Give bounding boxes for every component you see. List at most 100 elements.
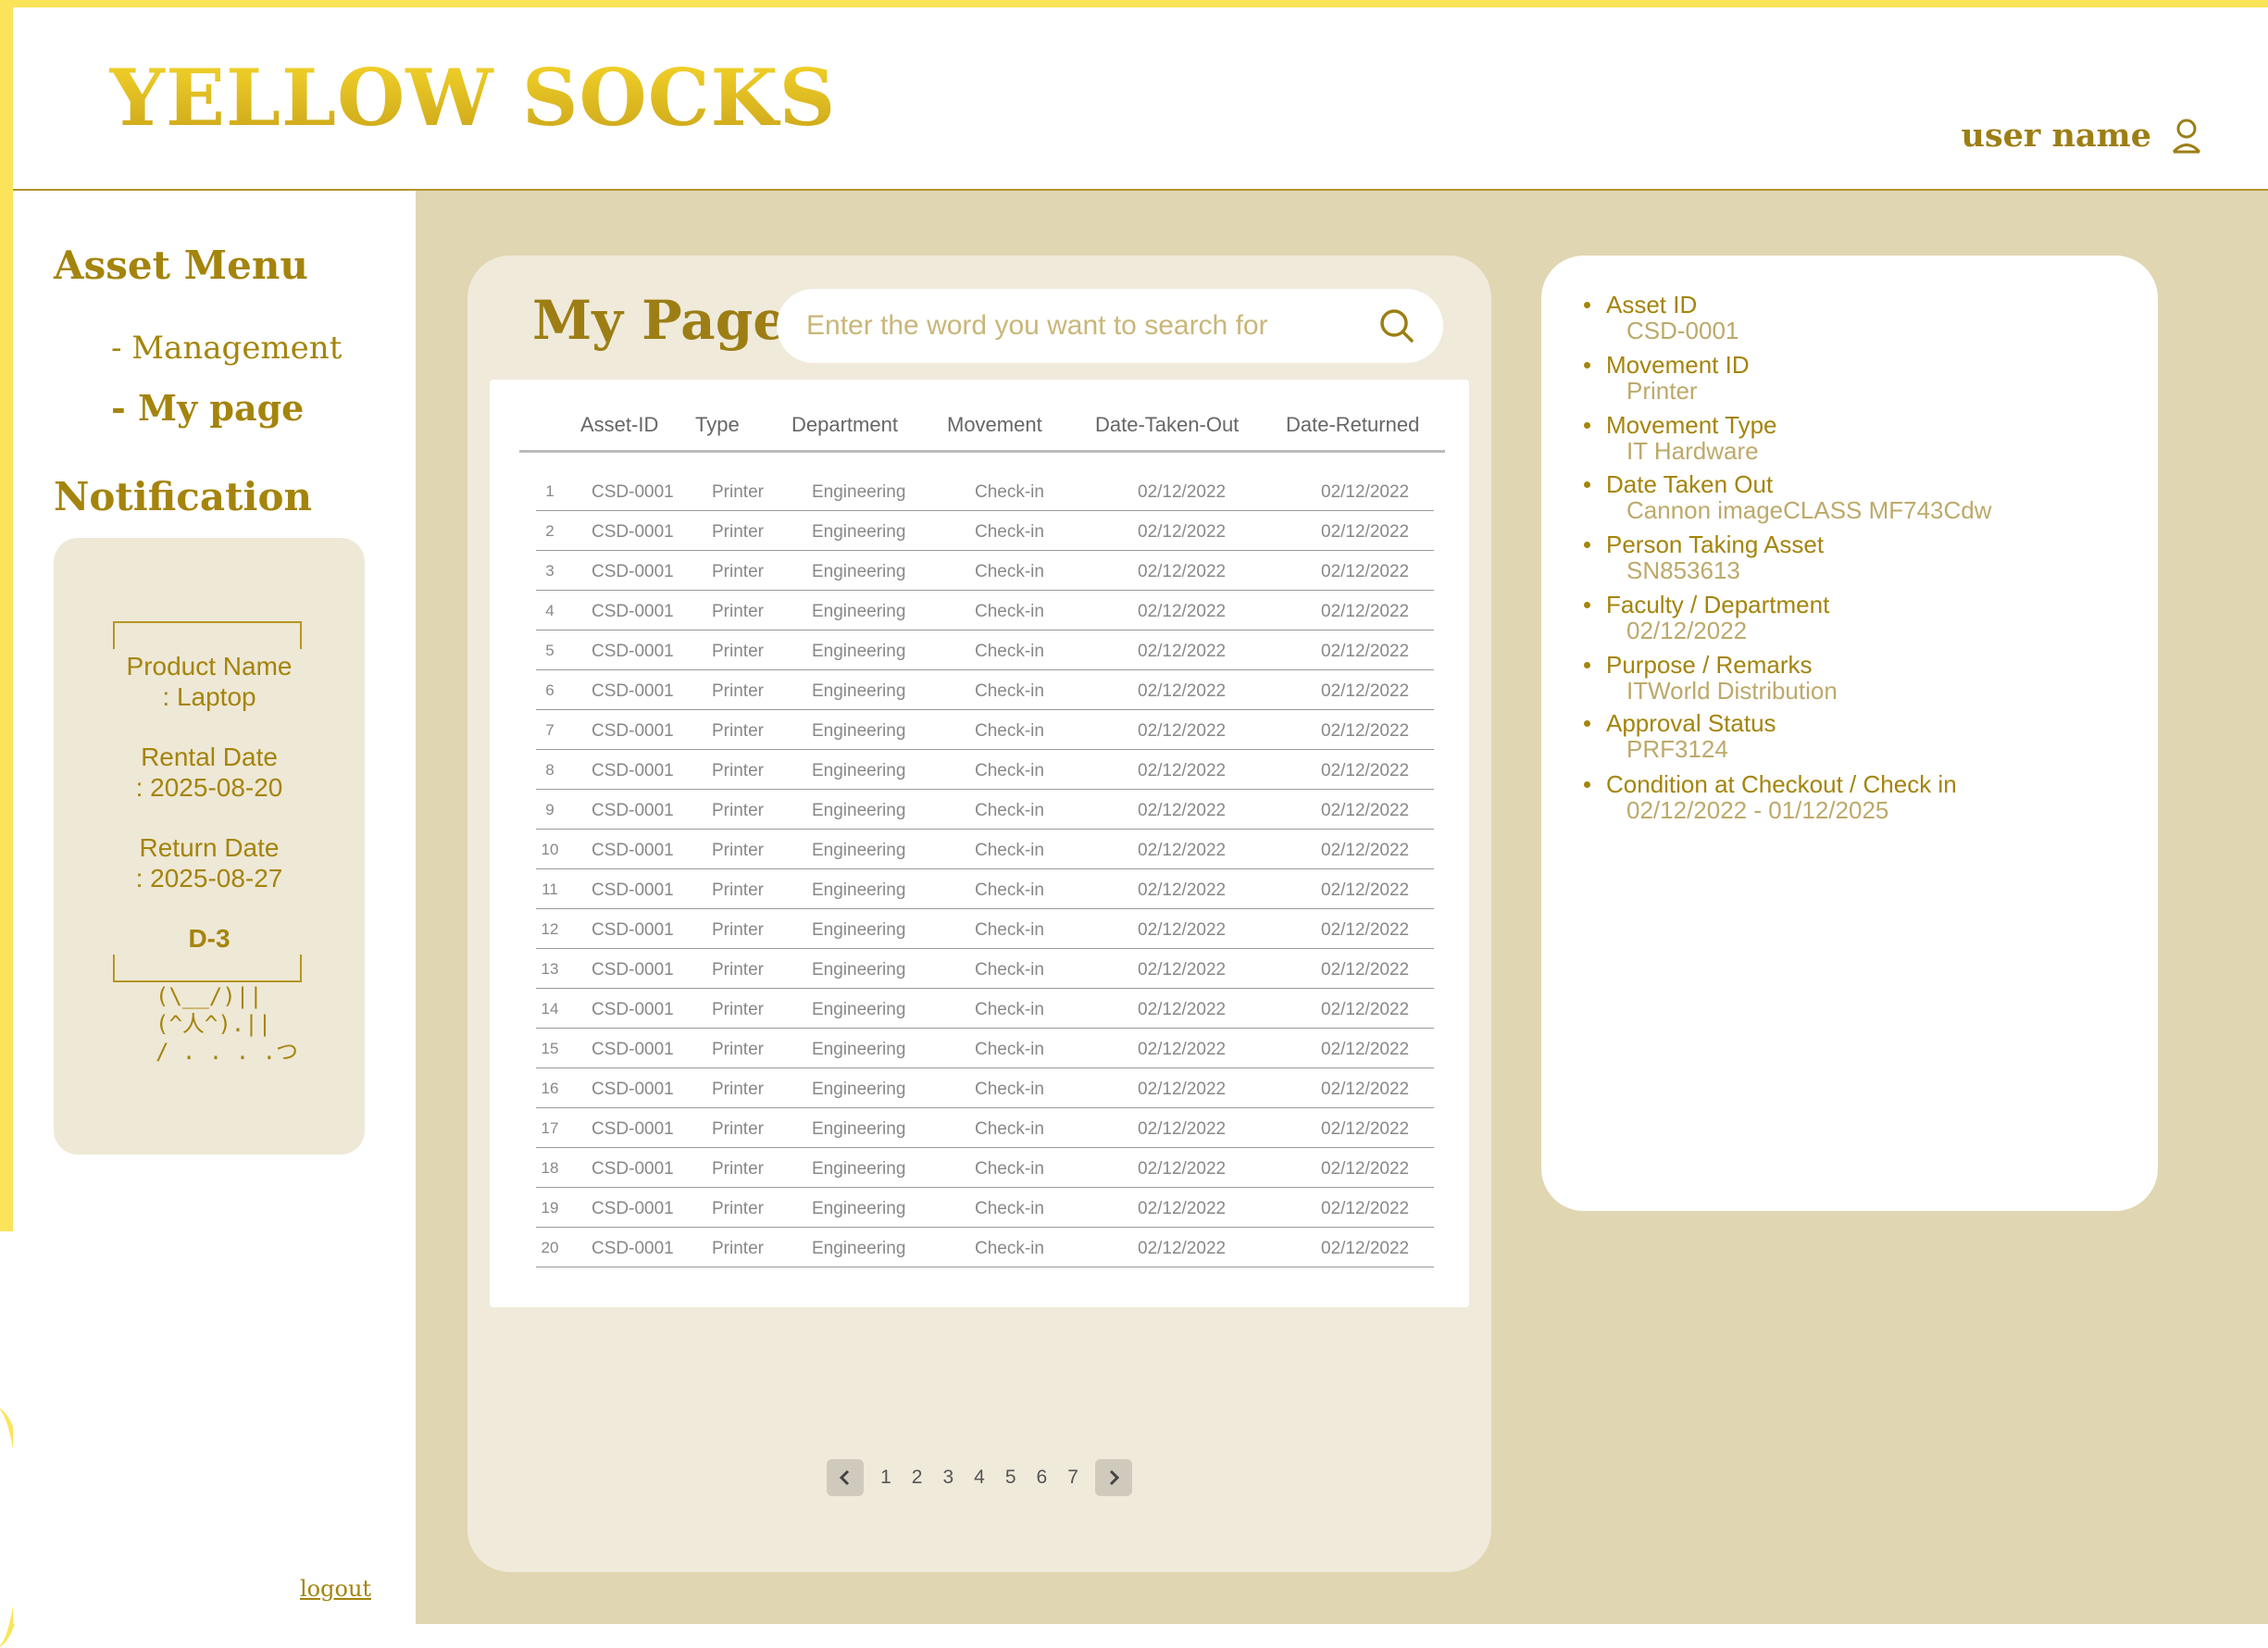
my-page-panel: My Page Asset-ID Type Department Movemen… bbox=[467, 256, 1491, 1572]
pagination-page-5[interactable]: 5 bbox=[1002, 1467, 1020, 1489]
user-icon[interactable] bbox=[2170, 118, 2203, 155]
detail-label: Date Taken Out bbox=[1606, 470, 1774, 498]
asset-id-cell: CSD-0001 bbox=[592, 841, 674, 860]
table-row[interactable]: 18 CSD-0001 Printer Engineering Check-in 02/1… bbox=[536, 1147, 1434, 1188]
bullet-icon bbox=[1584, 720, 1590, 727]
table-row[interactable]: 7 CSD-0001 Printer Engineering Check-in 02/12… bbox=[536, 709, 1434, 750]
date-taken-out-cell: 02/12/2022 bbox=[1138, 642, 1227, 661]
app-header: YELLOW SOCKS user name bbox=[13, 7, 2268, 191]
type-cell: Printer bbox=[712, 1000, 764, 1019]
table-row[interactable]: 14 CSD-0001 Printer Engineering Check-in 02/1… bbox=[536, 988, 1434, 1029]
bullet-icon bbox=[1584, 422, 1590, 429]
detail-label: Movement ID bbox=[1606, 351, 1750, 379]
detail-label: Person Taking Asset bbox=[1606, 531, 1825, 558]
column-header-department[interactable]: Department bbox=[791, 413, 898, 437]
left-accent-bar bbox=[0, 0, 13, 1231]
page-title: My Page bbox=[532, 289, 788, 352]
movement-cell: Check-in bbox=[975, 1040, 1044, 1059]
detail-value: CSD-0001 bbox=[1626, 317, 1739, 344]
brand-logo[interactable]: YELLOW SOCKS bbox=[109, 52, 836, 144]
column-header-movement[interactable]: Movement bbox=[947, 413, 1042, 437]
column-header-type[interactable]: Type bbox=[695, 413, 740, 437]
date-taken-out-cell: 02/12/2022 bbox=[1138, 960, 1227, 980]
type-cell: Printer bbox=[712, 761, 764, 780]
column-header-asset-id[interactable]: Asset-ID bbox=[580, 413, 658, 437]
asset-id-cell: CSD-0001 bbox=[592, 1159, 674, 1179]
asset-id-cell: CSD-0001 bbox=[592, 920, 674, 940]
user-menu[interactable]: user name bbox=[1962, 117, 2203, 155]
date-taken-out-cell: 02/12/2022 bbox=[1138, 761, 1227, 780]
pagination-page-3[interactable]: 3 bbox=[939, 1467, 957, 1489]
asset-id-cell: CSD-0001 bbox=[592, 602, 674, 621]
row-number: 4 bbox=[545, 602, 555, 619]
table-row[interactable]: 3 CSD-0001 Printer Engineering Check-in 02/12… bbox=[536, 550, 1434, 591]
row-number: 1 bbox=[545, 482, 555, 500]
user-name[interactable]: user name bbox=[1962, 117, 2151, 155]
date-taken-out-cell: 02/12/2022 bbox=[1138, 801, 1227, 820]
table-row[interactable]: 11 CSD-0001 Printer Engineering Check-in 02/1… bbox=[536, 868, 1434, 909]
table-row[interactable]: 19 CSD-0001 Printer Engineering Check-in 02/1… bbox=[536, 1187, 1434, 1228]
type-cell: Printer bbox=[712, 1040, 764, 1059]
search-bar[interactable] bbox=[777, 289, 1443, 363]
department-cell: Engineering bbox=[812, 920, 906, 940]
table-row[interactable]: 6 CSD-0001 Printer Engineering Check-in 02/12… bbox=[536, 669, 1434, 710]
notification-card[interactable]: Product Name : Laptop Rental Date : 2025… bbox=[54, 538, 365, 1155]
bullet-icon bbox=[1584, 481, 1590, 488]
detail-label: Movement Type bbox=[1606, 411, 1777, 439]
column-header-date-taken-out[interactable]: Date-Taken-Out bbox=[1095, 413, 1239, 437]
date-taken-out-cell: 02/12/2022 bbox=[1138, 562, 1227, 581]
table-row[interactable]: 2 CSD-0001 Printer Engineering Check-in 02/12… bbox=[536, 510, 1434, 551]
date-returned-cell: 02/12/2022 bbox=[1321, 1000, 1410, 1019]
notification-rental-label: Rental Date bbox=[141, 743, 278, 771]
department-cell: Engineering bbox=[812, 1000, 906, 1019]
table-row[interactable]: 17 CSD-0001 Printer Engineering Check-in 02/1… bbox=[536, 1107, 1434, 1148]
pagination-page-6[interactable]: 6 bbox=[1033, 1467, 1052, 1489]
pagination-page-2[interactable]: 2 bbox=[908, 1467, 927, 1489]
notification-product-label: Product Name bbox=[126, 652, 293, 680]
row-number: 9 bbox=[545, 801, 555, 818]
pagination-page-7[interactable]: 7 bbox=[1064, 1467, 1082, 1489]
pagination-next-button[interactable] bbox=[1094, 1459, 1132, 1496]
table-row[interactable]: 8 CSD-0001 Printer Engineering Check-in 02/12… bbox=[536, 749, 1434, 790]
table-row[interactable]: 13 CSD-0001 Printer Engineering Check-in 02/1… bbox=[536, 948, 1434, 989]
notification-bracket-bottom bbox=[113, 955, 302, 982]
table-row[interactable]: 15 CSD-0001 Printer Engineering Check-in 02/1… bbox=[536, 1028, 1434, 1068]
row-number: 7 bbox=[545, 721, 555, 739]
table-row[interactable]: 10 CSD-0001 Printer Engineering Check-in 02/1… bbox=[536, 829, 1434, 869]
type-cell: Printer bbox=[712, 1199, 764, 1218]
movement-cell: Check-in bbox=[975, 1159, 1044, 1179]
table-row[interactable]: 5 CSD-0001 Printer Engineering Check-in 02/12… bbox=[536, 630, 1434, 670]
asset-id-cell: CSD-0001 bbox=[592, 1000, 674, 1019]
department-cell: Engineering bbox=[812, 841, 906, 860]
logout-link[interactable]: logout bbox=[300, 1576, 371, 1602]
date-returned-cell: 02/12/2022 bbox=[1321, 721, 1410, 741]
table-row[interactable]: 12 CSD-0001 Printer Engineering Check-in 02/1… bbox=[536, 908, 1434, 949]
search-icon[interactable] bbox=[1378, 307, 1415, 344]
table-row[interactable]: 1 CSD-0001 Printer Engineering Check-in 02/12… bbox=[536, 470, 1434, 511]
sidebar: Asset Menu - Management - My page Notifi… bbox=[13, 191, 416, 1624]
pagination-page-1[interactable]: 1 bbox=[877, 1467, 895, 1489]
column-header-date-returned[interactable]: Date-Returned bbox=[1286, 413, 1419, 437]
pagination-page-4[interactable]: 4 bbox=[970, 1467, 989, 1489]
department-cell: Engineering bbox=[812, 1239, 906, 1258]
movement-cell: Check-in bbox=[975, 1000, 1044, 1019]
movement-cell: Check-in bbox=[975, 801, 1044, 820]
date-returned-cell: 02/12/2022 bbox=[1321, 642, 1410, 661]
asset-id-cell: CSD-0001 bbox=[592, 960, 674, 980]
movement-cell: Check-in bbox=[975, 642, 1044, 661]
row-number: 5 bbox=[545, 642, 555, 659]
sidebar-item-my-page[interactable]: - My page bbox=[111, 387, 304, 429]
table-header-divider bbox=[519, 450, 1445, 453]
table-row[interactable]: 16 CSD-0001 Printer Engineering Check-in 02/1… bbox=[536, 1067, 1434, 1108]
table-row[interactable]: 4 CSD-0001 Printer Engineering Check-in 02/12… bbox=[536, 590, 1434, 630]
asset-id-cell: CSD-0001 bbox=[592, 642, 674, 661]
asset-id-cell: CSD-0001 bbox=[592, 681, 674, 701]
pagination-prev-button[interactable] bbox=[827, 1459, 865, 1496]
table-row[interactable]: 9 CSD-0001 Printer Engineering Check-in 02/12… bbox=[536, 789, 1434, 830]
sidebar-item-management[interactable]: - Management bbox=[111, 330, 342, 367]
department-cell: Engineering bbox=[812, 1159, 906, 1179]
table-row[interactable]: 20 CSD-0001 Printer Engineering Check-in 02/1… bbox=[536, 1227, 1434, 1267]
department-cell: Engineering bbox=[812, 1199, 906, 1218]
search-input[interactable] bbox=[804, 302, 1327, 350]
asset-id-cell: CSD-0001 bbox=[592, 880, 674, 900]
